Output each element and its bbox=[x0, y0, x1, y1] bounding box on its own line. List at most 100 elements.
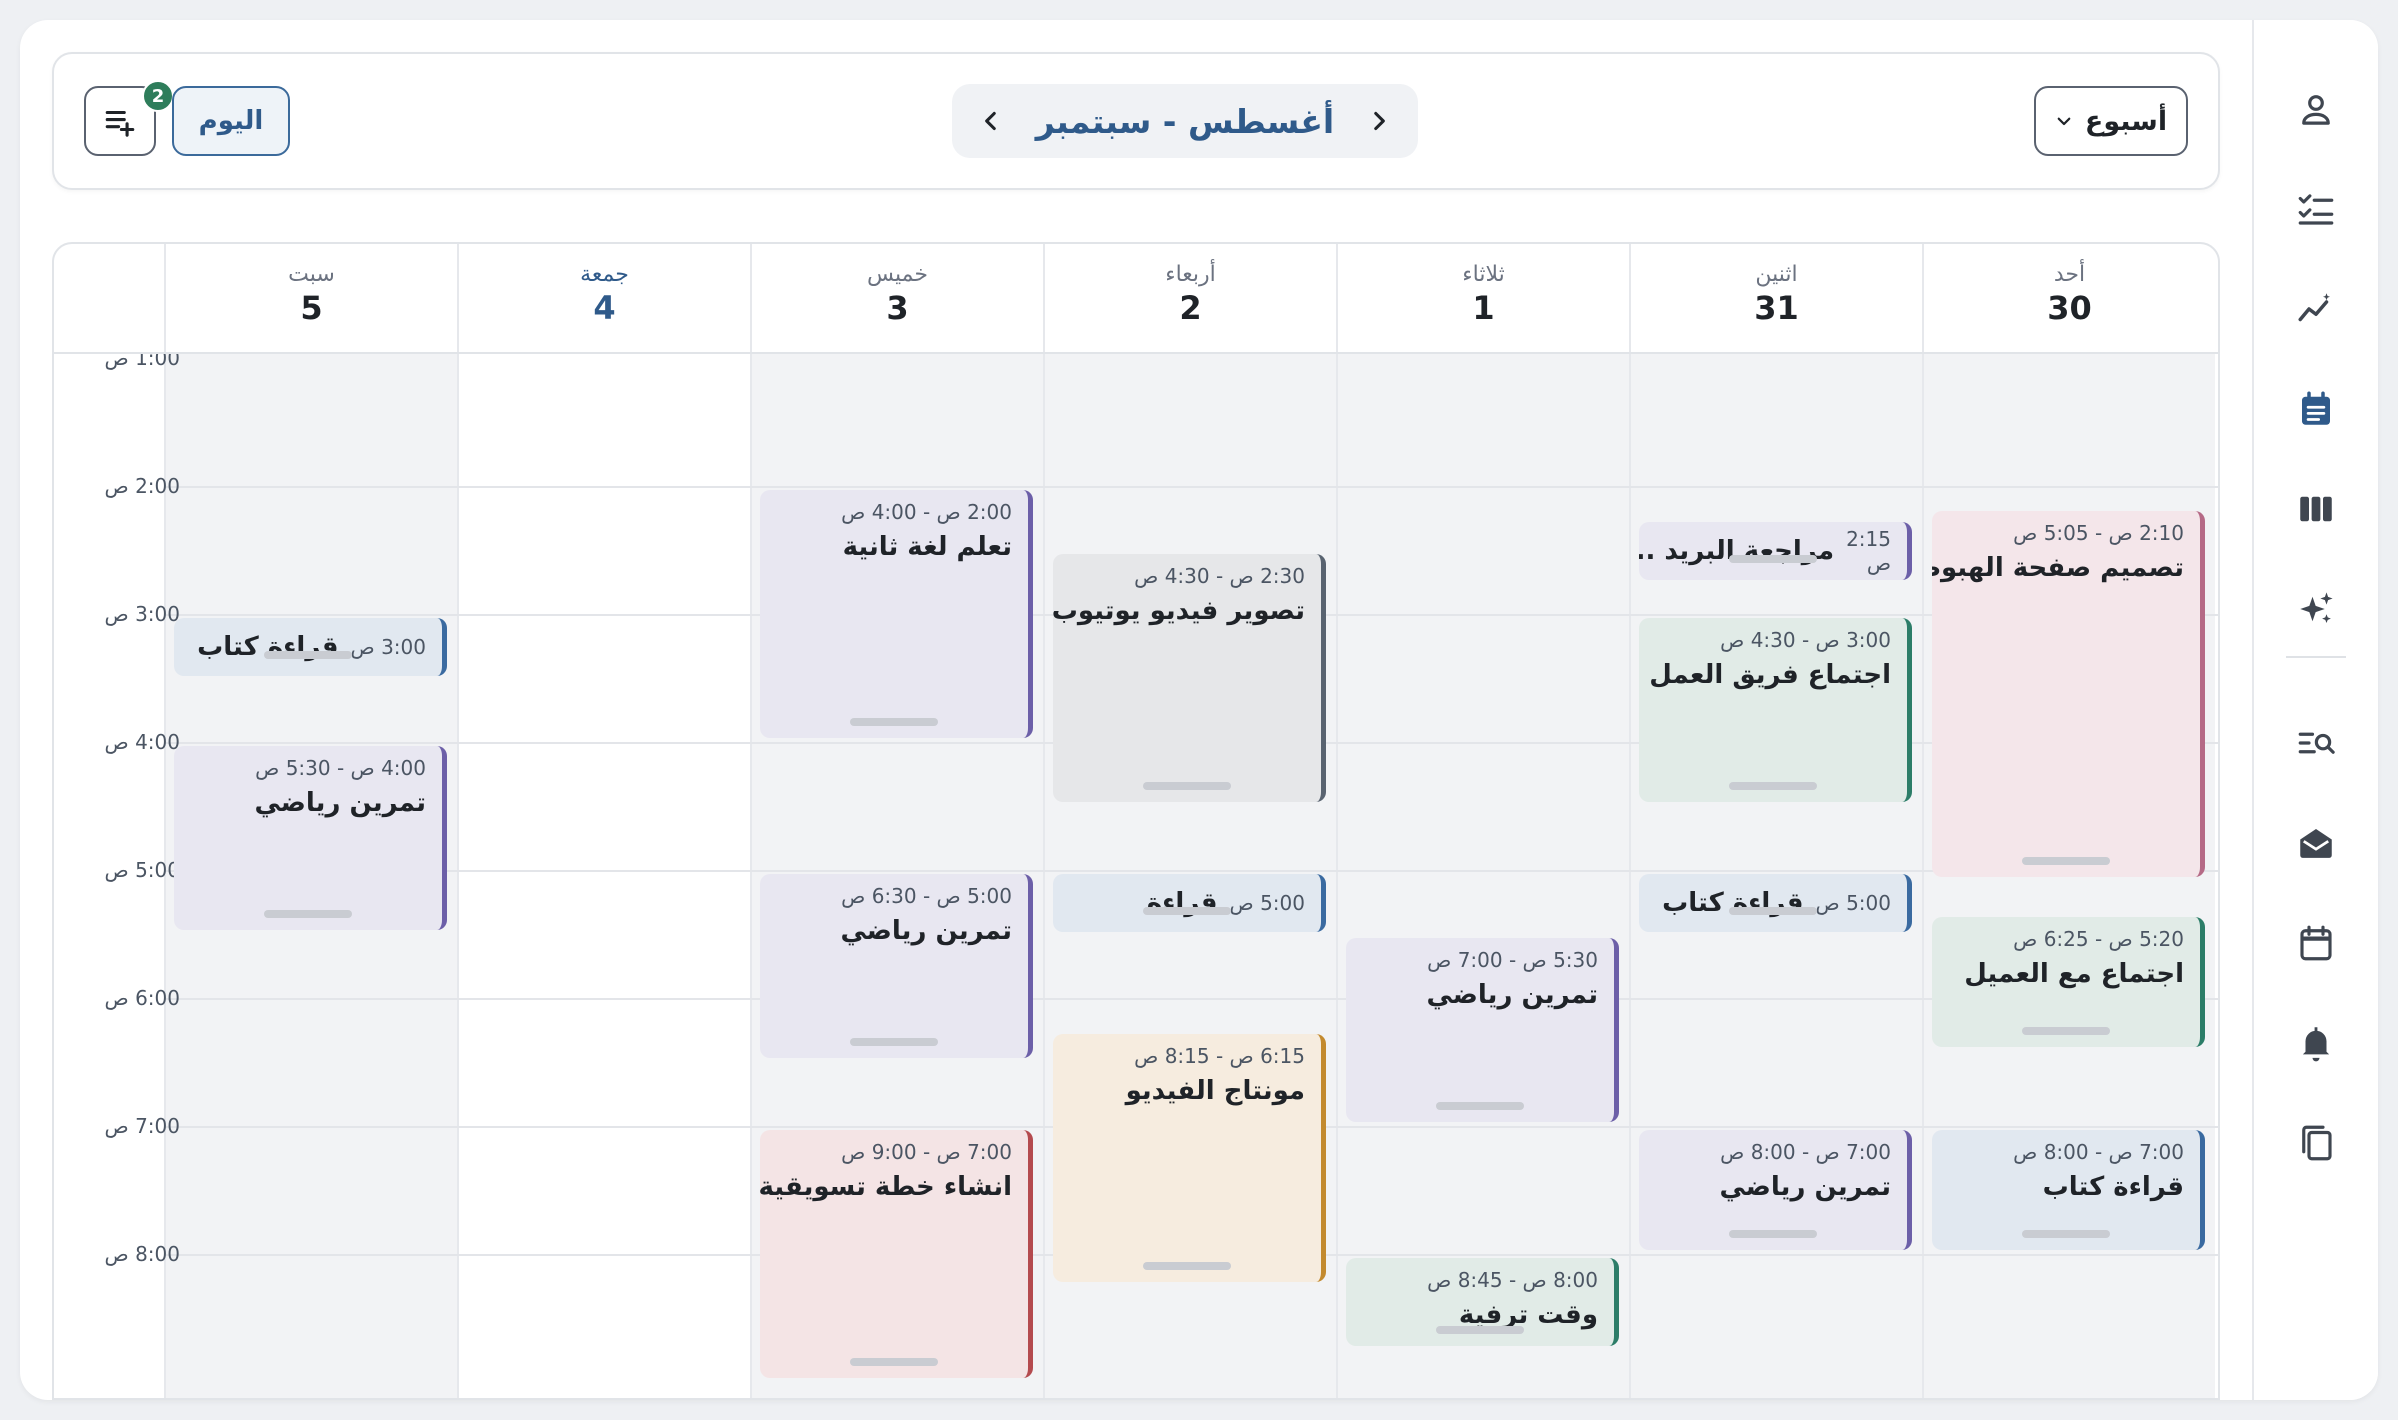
sidebar-item-board[interactable] bbox=[2254, 474, 2378, 544]
calendar-event[interactable]: 7:00 ص - 9:00 ص انشاء خطة تسويقية bbox=[760, 1130, 1033, 1378]
event-time: 2:30 ص - 4:30 ص bbox=[1134, 564, 1305, 588]
sidebar-divider bbox=[2286, 656, 2346, 658]
day-number: 5 bbox=[300, 289, 323, 327]
day-number: 3 bbox=[886, 289, 909, 327]
checklist-icon bbox=[2298, 194, 2334, 225]
day-header-4[interactable]: جمعة 4 bbox=[457, 244, 750, 352]
event-title: تمرين رياضي bbox=[254, 788, 426, 818]
sidebar-item-analytics[interactable] bbox=[2254, 274, 2378, 344]
resize-handle[interactable] bbox=[850, 1038, 938, 1046]
day-headers: أحد 30 اثنين 31 ثلاثاء 1 أربعاء 2 خميس 3 جمعة 4 سبت 5 bbox=[54, 244, 2218, 354]
event-time: 3:00 ص bbox=[350, 635, 426, 659]
event-time: 4:00 ص - 5:30 ص bbox=[255, 756, 426, 780]
resize-handle[interactable] bbox=[2022, 856, 2110, 865]
resize-handle[interactable] bbox=[2022, 1027, 2110, 1036]
calendar-event[interactable]: 5:00 ص قراءة bbox=[1053, 874, 1326, 932]
resize-handle[interactable] bbox=[850, 1358, 938, 1366]
calendar-event[interactable]: 5:30 ص - 7:00 ص تمرين رياضي bbox=[1346, 938, 1619, 1122]
time-label: 5:00 ص bbox=[104, 858, 180, 882]
calendar-event[interactable]: 2:00 ص - 4:00 ص تعلم لغة ثانية bbox=[760, 490, 1033, 738]
sidebar-item-notifications[interactable] bbox=[2254, 1008, 2378, 1078]
view-select-value: أسبوع bbox=[2084, 105, 2168, 137]
resize-handle[interactable] bbox=[1143, 1262, 1231, 1270]
sidebar-item-search[interactable] bbox=[2254, 708, 2378, 778]
resize-handle[interactable] bbox=[1729, 1230, 1817, 1238]
user-icon bbox=[2302, 95, 2330, 125]
chevron-down-icon bbox=[2057, 117, 2071, 126]
resize-handle[interactable] bbox=[1729, 907, 1817, 915]
day-header-2[interactable]: أربعاء 2 bbox=[1043, 244, 1336, 352]
resize-handle[interactable] bbox=[1143, 907, 1231, 915]
event-time: 7:00 ص - 8:00 ص bbox=[2013, 1140, 2184, 1164]
event-time: 7:00 ص - 9:00 ص bbox=[841, 1140, 1012, 1164]
add-task-button[interactable]: 2 bbox=[84, 80, 174, 156]
day-header-3[interactable]: خميس 3 bbox=[750, 244, 1043, 352]
sidebar-item-ai[interactable] bbox=[2254, 574, 2378, 644]
next-period-button[interactable] bbox=[1362, 104, 1396, 138]
event-time: 5:00 ص bbox=[1229, 891, 1305, 915]
day-header-1[interactable]: ثلاثاء 1 bbox=[1336, 244, 1629, 352]
mail-open-icon bbox=[2300, 829, 2332, 858]
hour-gridline bbox=[164, 998, 2218, 1000]
resize-handle[interactable] bbox=[1143, 782, 1231, 790]
resize-handle[interactable] bbox=[1729, 555, 1817, 563]
hour-gridline bbox=[164, 486, 2218, 488]
time-label: 6:00 ص bbox=[104, 986, 180, 1010]
today-button[interactable]: اليوم bbox=[172, 86, 290, 156]
calendar-event[interactable]: 6:15 ص - 8:15 ص مونتاج الفيديو bbox=[1053, 1034, 1326, 1282]
week-calendar: أحد 30 اثنين 31 ثلاثاء 1 أربعاء 2 خميس 3 جمعة 4 سبت 5… bbox=[52, 242, 2220, 1400]
calendar-event[interactable]: 8:00 ص - 8:45 ص وقت ترفية bbox=[1346, 1258, 1619, 1346]
calendar-toolbar: 2 اليوم أغسطس - سبتمبر أسبوع bbox=[52, 52, 2220, 190]
sidebar-item-mail[interactable] bbox=[2254, 808, 2378, 878]
sidebar-item-calendar-notes[interactable] bbox=[2254, 374, 2378, 444]
resize-handle[interactable] bbox=[850, 718, 938, 726]
calendar-event[interactable]: 3:00 ص - 4:30 ص اجتماع فريق العمل bbox=[1639, 618, 1912, 802]
period-navigator: أغسطس - سبتمبر bbox=[952, 84, 1418, 158]
calendar-event[interactable]: 5:00 ص - 6:30 ص تمرين رياضي bbox=[760, 874, 1033, 1058]
view-select[interactable]: أسبوع bbox=[2034, 86, 2188, 156]
calendar-event[interactable]: 4:00 ص - 5:30 ص تمرين رياضي bbox=[174, 746, 447, 930]
sidebar-item-profile[interactable] bbox=[2254, 75, 2378, 145]
chevron-right-icon bbox=[1374, 111, 1385, 131]
calendar-event[interactable]: 3:00 ص قراءة كتاب bbox=[174, 618, 447, 676]
day-column-4[interactable] bbox=[457, 354, 750, 1398]
day-column-1[interactable] bbox=[1336, 354, 1629, 1398]
resize-handle[interactable] bbox=[264, 910, 352, 918]
chevron-left-icon bbox=[985, 111, 996, 131]
calendar-event[interactable]: 2:30 ص - 4:30 ص تصوير فيديو يوتيوب bbox=[1053, 554, 1326, 802]
event-title: انشاء خطة تسويقية bbox=[760, 1172, 1012, 1202]
time-label: 4:00 ص bbox=[104, 730, 180, 754]
calendar-notes-icon bbox=[2302, 391, 2330, 425]
day-header-5[interactable]: سبت 5 bbox=[164, 244, 457, 352]
sidebar-item-calendar[interactable] bbox=[2254, 908, 2378, 978]
sidebar-item-tasks[interactable] bbox=[2254, 174, 2378, 244]
day-name: ثلاثاء bbox=[1462, 262, 1505, 287]
event-title: تمرين رياضي bbox=[1426, 980, 1598, 1010]
event-time: 5:00 ص - 6:30 ص bbox=[841, 884, 1012, 908]
calendar-event[interactable]: 2:15 ص مراجعة البريد ... bbox=[1639, 522, 1912, 580]
calendar-event[interactable]: 5:20 ص - 6:25 ص اجتماع مع العميل bbox=[1932, 916, 2205, 1048]
resize-handle[interactable] bbox=[2022, 1230, 2110, 1238]
day-name: أحد bbox=[2053, 262, 2086, 287]
day-name: أربعاء bbox=[1165, 262, 1216, 287]
calendar-event[interactable]: 2:10 ص - 5:05 ص تصميم صفحة الهبوط bbox=[1932, 511, 2205, 877]
day-number: 4 bbox=[593, 289, 616, 327]
day-header-31[interactable]: اثنين 31 bbox=[1629, 244, 1922, 352]
calendar-event[interactable]: 5:00 ص قراءة كتاب bbox=[1639, 874, 1912, 932]
calendar-body[interactable]: 1:00 ص 2:00 ص 3:00 ص 4:00 ص 5:00 ص 6:00 ص 7:00… bbox=[54, 354, 2218, 1398]
sidebar-item-copy[interactable] bbox=[2254, 1108, 2378, 1178]
resize-handle[interactable] bbox=[1436, 1326, 1524, 1334]
resize-handle[interactable] bbox=[264, 651, 352, 659]
event-title: تصوير فيديو يوتيوب bbox=[1053, 596, 1305, 626]
resize-handle[interactable] bbox=[1436, 1102, 1524, 1110]
day-header-30[interactable]: أحد 30 bbox=[1922, 244, 2215, 352]
time-label: 8:00 ص bbox=[104, 1242, 180, 1266]
calendar-event[interactable]: 7:00 ص - 8:00 ص قراءة كتاب bbox=[1932, 1130, 2205, 1250]
sidebar bbox=[2252, 20, 2378, 1400]
event-time: 8:00 ص - 8:45 ص bbox=[1427, 1268, 1598, 1292]
resize-handle[interactable] bbox=[1729, 782, 1817, 790]
event-time: 2:15 ص bbox=[1846, 527, 1891, 575]
event-title: تعلم لغة ثانية bbox=[842, 532, 1012, 562]
previous-period-button[interactable] bbox=[974, 104, 1008, 138]
calendar-event[interactable]: 7:00 ص - 8:00 ص تمرين رياضي bbox=[1639, 1130, 1912, 1250]
